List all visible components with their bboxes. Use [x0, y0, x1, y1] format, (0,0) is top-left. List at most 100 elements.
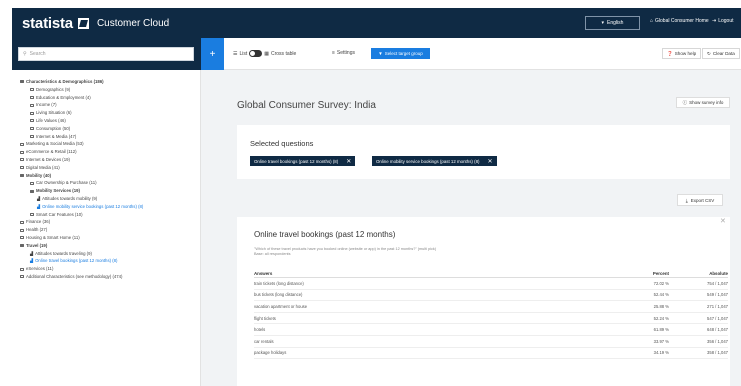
tree-item[interactable]: eServices (11) — [20, 265, 198, 273]
view-toggle-switch[interactable] — [249, 50, 263, 57]
column-header-absolute[interactable]: Absolute — [669, 271, 728, 276]
tree-item[interactable]: Internet & Media (47) — [20, 133, 198, 141]
folder-open-icon — [30, 189, 34, 193]
clear-data-button[interactable]: ↻ Clear Data — [702, 48, 740, 59]
table-row: train tickets (long distance) 72.02 % 754 … — [254, 278, 728, 290]
column-header-answers[interactable]: Answers — [254, 271, 614, 276]
sidebar: ⚲ Search Characteristics & Demographics … — [12, 38, 201, 386]
logout-link[interactable]: ⇥ Logout — [712, 18, 734, 24]
add-button[interactable]: + — [201, 38, 224, 70]
folder-open-icon — [20, 80, 24, 84]
tree-item[interactable]: Smart Car Features (10) — [20, 211, 198, 219]
logout-label: Logout — [718, 18, 734, 24]
category-tree: Characteristics & Demographics (186) Demo… — [20, 78, 198, 281]
chip-label: Online mobility service bookings (past 1… — [376, 158, 480, 164]
selected-questions-title: Selected questions — [250, 139, 314, 148]
percent-cell: 25.88 % — [653, 303, 669, 309]
tree-item[interactable]: Digital Media (41) — [20, 164, 198, 172]
refresh-icon: ↻ — [707, 50, 711, 56]
close-icon[interactable]: ✕ — [720, 217, 726, 225]
tree-item[interactable]: ▟ Attitudes towards mobility (9) — [20, 195, 198, 203]
search-icon: ⚲ — [23, 51, 27, 57]
page-title: Global Consumer Survey: India — [237, 100, 376, 111]
list-view-toggle[interactable]: ☰ List ▦ Cross table — [233, 50, 296, 57]
show-survey-info-button[interactable]: ⓘ Show survey info — [676, 97, 730, 108]
tree-item[interactable]: ▟ Online travel bookings (past 12 months)… — [20, 257, 198, 265]
tree-item[interactable]: Finance (36) — [20, 218, 198, 226]
absolute-cell: 754 / 1,047 — [707, 280, 728, 286]
show-help-button[interactable]: ❓ Show help — [662, 48, 702, 59]
chevron-down-icon: ▾ — [601, 20, 605, 26]
tree-item-label: Attitudes towards traveling (9) — [35, 250, 92, 256]
export-csv-button[interactable]: ⤓ Export CSV — [677, 194, 723, 206]
folder-icon — [30, 103, 34, 107]
tree-item[interactable]: Mobility Services (19) — [20, 187, 198, 195]
tree-item[interactable]: ▟ Online mobility service bookings (past … — [20, 203, 198, 211]
target-group-label: Select target group — [384, 51, 423, 56]
absolute-cell: 271 / 1,047 — [707, 303, 728, 309]
tree-item[interactable]: Internet & Devices (19) — [20, 156, 198, 164]
main-content: Global Consumer Survey: India ⓘ Show sur… — [201, 70, 741, 386]
tree-item[interactable]: Travel (19) — [20, 242, 198, 250]
language-selector[interactable]: ▾ English — [585, 16, 640, 30]
close-icon[interactable]: ✕ — [346, 158, 351, 165]
folder-icon — [20, 142, 24, 146]
folder-open-icon — [20, 244, 24, 248]
tree-item[interactable]: Demographics (9) — [20, 86, 198, 94]
table-header: Answers Percent Absolute — [254, 269, 728, 278]
search-input[interactable]: ⚲ Search — [18, 47, 194, 61]
tree-item[interactable]: Living Situation (6) — [20, 109, 198, 117]
search-placeholder: Search — [29, 51, 46, 57]
tree-item-label: Online mobility service bookings (past 1… — [42, 203, 144, 209]
sidebar-search-bar: ⚲ Search — [12, 38, 201, 70]
tree-item[interactable]: Income (7) — [20, 101, 198, 109]
tree-item-label: Marketing & Social Media (53) — [26, 141, 84, 147]
percent-cell: 72.02 % — [653, 280, 669, 286]
percent-cell: 34.19 % — [653, 350, 669, 356]
tree-item[interactable]: Mobility (40) — [20, 172, 198, 180]
tree-item[interactable]: Life Values (46) — [20, 117, 198, 125]
column-header-percent[interactable]: Percent — [614, 271, 669, 276]
select-target-group-button[interactable]: ▼ Select target group — [371, 48, 430, 59]
global-consumer-home-link[interactable]: ⌂ Global Consumer Home — [650, 18, 709, 24]
tree-item[interactable]: Characteristics & Demographics (186) — [20, 78, 198, 86]
table-row: package holidays 34.19 % 358 / 1,047 — [254, 348, 728, 360]
chart-icon: ▟ — [37, 203, 41, 209]
absolute-cell: 358 / 1,047 — [707, 350, 728, 356]
logo-mark-icon — [77, 17, 89, 29]
close-icon[interactable]: ✕ — [487, 158, 492, 165]
tree-item-label: Mobility (40) — [26, 172, 52, 178]
folder-icon — [20, 228, 24, 232]
answer-cell: package holidays — [254, 350, 287, 356]
folder-open-icon — [20, 173, 24, 177]
settings-button[interactable]: ≡ Settings — [332, 50, 355, 56]
absolute-cell: 356 / 1,047 — [707, 338, 728, 344]
tree-item[interactable]: Consumption (50) — [20, 125, 198, 133]
tree-item-label: Education & Employment (4) — [36, 94, 91, 100]
tree-item[interactable]: Housing & Smart Home (11) — [20, 234, 198, 242]
tree-item[interactable]: Marketing & Social Media (53) — [20, 140, 198, 148]
tree-item[interactable]: Health (27) — [20, 226, 198, 234]
tree-item[interactable]: Additional Characteristics (see methodol… — [20, 273, 198, 281]
table-row: vacation apartment or house 25.88 % 271 / … — [254, 301, 728, 313]
question-result-card: Online travel bookings (past 12 months) … — [237, 217, 730, 386]
selected-question-chip[interactable]: Online mobility service bookings (past 1… — [372, 156, 497, 166]
tree-item[interactable]: ▟ Attitudes towards traveling (9) — [20, 250, 198, 258]
tree-item[interactable]: Education & Employment (4) — [20, 94, 198, 102]
answer-cell: train tickets (long distance) — [254, 280, 304, 286]
answer-cell: hotels — [254, 327, 266, 333]
tree-item[interactable]: eCommerce & Retail (112) — [20, 148, 198, 156]
selected-question-chip[interactable]: Online travel bookings (past 12 months) … — [250, 156, 356, 166]
absolute-cell: 547 / 1,047 — [707, 315, 728, 321]
statista-logo[interactable]: statista — [22, 15, 73, 32]
folder-icon — [30, 119, 34, 123]
top-header: statista Customer Cloud ▾ English ⌂ Glob… — [12, 8, 741, 38]
absolute-cell: 648 / 1,047 — [707, 327, 728, 333]
tree-item[interactable]: Car Ownership & Purchase (11) — [20, 179, 198, 187]
info-icon: ⓘ — [682, 99, 688, 105]
help-icon: ❓ — [667, 50, 673, 56]
folder-icon — [30, 134, 34, 138]
folder-icon — [30, 212, 34, 216]
table-row: flight tickets 52.24 % 547 / 1,047 — [254, 313, 728, 325]
answer-cell: bus tickets (long distance) — [254, 292, 303, 298]
